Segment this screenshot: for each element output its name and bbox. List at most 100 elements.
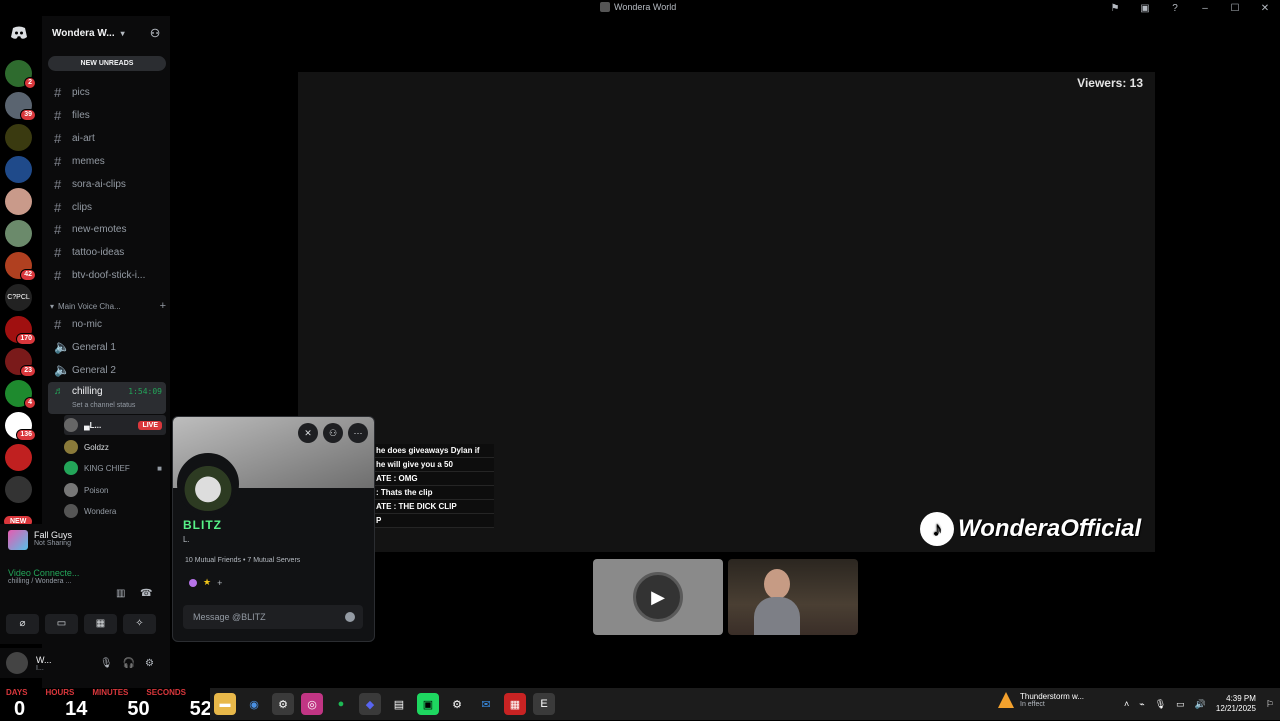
invite-icon[interactable]: ⚇	[150, 27, 160, 40]
settings-icon[interactable]: ⚙	[446, 693, 468, 715]
avatar	[64, 461, 78, 475]
server-icon[interactable]: C?PCL	[5, 284, 32, 311]
network-icon[interactable]: ⌁	[1139, 699, 1144, 710]
activity-status[interactable]: Fall Guys Not Sharing	[8, 530, 72, 550]
hash-icon: #	[54, 176, 62, 192]
spotify-icon[interactable]: ●	[330, 693, 352, 715]
server-icon[interactable]: 39	[5, 92, 36, 121]
microphone-icon[interactable]: 🎙	[1155, 699, 1166, 710]
chevron-up-icon[interactable]: ˄	[1124, 699, 1129, 709]
minimize-button[interactable]: –	[1190, 3, 1220, 14]
server-header[interactable]: Wondera W... ▾ ⚇	[42, 16, 170, 50]
clock[interactable]: 4:39 PM 12/21/2025	[1216, 694, 1256, 714]
server-icon[interactable]	[5, 188, 32, 215]
stream-stage[interactable]: Viewers: 13 he does giveaways Dylan if h…	[298, 72, 1155, 552]
new-unreads-pill[interactable]: NEW UNREADS	[48, 56, 166, 71]
weather-widget[interactable]: Thunderstorm w... In effect	[998, 692, 1084, 708]
soundboard-button[interactable]: ✧	[123, 614, 156, 634]
server-icon[interactable]: 4	[5, 380, 36, 409]
channel-new-emotes[interactable]: # new-emotes	[48, 219, 166, 239]
participant-tile[interactable]: ▶	[593, 559, 723, 635]
add-friend-icon[interactable]: ⚇	[323, 423, 343, 443]
voice-user[interactable]: KING CHIEF ■	[64, 458, 166, 478]
hash-icon: #	[54, 130, 62, 146]
server-icon[interactable]: 170	[5, 316, 36, 345]
discord-icon[interactable]: ◆	[359, 693, 381, 715]
participant-tile[interactable]	[728, 559, 858, 635]
display-icon[interactable]: ▭	[1176, 699, 1185, 710]
speaker-icon: 🔈	[54, 362, 71, 377]
voice-timer: 1:54:09	[128, 387, 162, 396]
channel-ai-art[interactable]: # ai-art	[48, 128, 166, 148]
help-icon[interactable]: ?	[1160, 3, 1190, 14]
channel-clips[interactable]: # clips	[48, 197, 166, 217]
server-icon[interactable]	[5, 156, 32, 183]
discord-home-icon[interactable]	[5, 22, 32, 44]
server-icon[interactable]: 23	[5, 348, 36, 377]
voice-channel-general-2[interactable]: 🔈 General 2	[48, 360, 166, 380]
game-icon[interactable]: ▦	[504, 693, 526, 715]
instagram-icon[interactable]: ◎	[301, 693, 323, 715]
voice-connection[interactable]: Video Connecte... chilling / Wondera ...	[8, 568, 79, 585]
voice-user[interactable]: ▄L... LIVE	[64, 415, 166, 435]
maximize-button[interactable]: ☐	[1220, 3, 1250, 14]
server-icon[interactable]	[5, 476, 32, 503]
viewer-count: Viewers: 13	[1077, 76, 1143, 90]
emoji-icon[interactable]	[345, 612, 355, 622]
camera-off-button[interactable]: ⌀	[6, 614, 39, 634]
notification-icon[interactable]: ⚐	[1266, 699, 1274, 710]
screen-share-button[interactable]: ▭	[45, 614, 78, 634]
voice-user[interactable]: Wondera	[64, 501, 166, 521]
add-role-icon[interactable]: +	[217, 578, 222, 588]
close-button[interactable]: ✕	[1250, 3, 1280, 14]
profile-tag: L.	[183, 535, 190, 544]
server-icon[interactable]	[5, 124, 32, 151]
server-icon[interactable]: 42	[5, 252, 36, 281]
gear-icon[interactable]: ⚙	[145, 658, 154, 669]
channel-btv-doof[interactable]: # btv-doof-stick-i...	[48, 265, 166, 285]
microphone-icon[interactable]: 🎙	[100, 658, 113, 669]
noise-suppression-icon[interactable]: ▥	[116, 588, 125, 599]
channel-no-mic[interactable]: # no-mic	[48, 314, 166, 334]
headphones-icon[interactable]: 🎧	[123, 658, 135, 669]
title-bar: Wondera World ⚑ ▣ ? – ☐ ✕	[0, 0, 1280, 16]
activities-button[interactable]: ▦	[84, 614, 117, 634]
steam-icon[interactable]: ⚙	[272, 693, 294, 715]
voice-user[interactable]: Poison	[64, 480, 166, 500]
voice-user[interactable]: Goldzz	[64, 437, 166, 457]
outlook-icon[interactable]: ✉	[475, 693, 497, 715]
category-main-voice[interactable]: ▾ Main Voice Cha... +	[50, 300, 166, 312]
channel-files[interactable]: # files	[48, 105, 166, 125]
server-icon[interactable]	[5, 444, 32, 471]
chrome-icon[interactable]: ◉	[243, 693, 265, 715]
hash-icon: #	[54, 267, 62, 283]
channel-status[interactable]: Set a channel status	[72, 402, 135, 409]
star-icon: ★	[203, 577, 212, 587]
channel-sora-ai-clips[interactable]: # sora-ai-clips	[48, 174, 166, 194]
mutual-info[interactable]: 10 Mutual Friends • 7 Mutual Servers	[185, 557, 300, 564]
disconnect-icon[interactable]: ☎	[140, 588, 152, 599]
channel-memes[interactable]: # memes	[48, 151, 166, 171]
roles: ★ +	[189, 577, 222, 588]
screen-icon[interactable]: ▣	[1130, 3, 1160, 14]
live-badge: LIVE	[138, 420, 162, 430]
block-icon[interactable]: ✕	[298, 423, 318, 443]
avatar[interactable]	[6, 652, 28, 674]
voice-channel-general-1[interactable]: 🔈 General 1	[48, 337, 166, 357]
server-icon[interactable]	[5, 220, 32, 247]
file-explorer-icon[interactable]: ▬	[214, 693, 236, 715]
add-channel-icon[interactable]: +	[160, 300, 166, 312]
channel-tattoo-ideas[interactable]: # tattoo-ideas	[48, 242, 166, 262]
volume-icon[interactable]: 🔊	[1195, 699, 1206, 710]
message-input[interactable]: Message @BLITZ	[183, 605, 363, 629]
server-icon[interactable]: 136	[5, 412, 36, 441]
inbox-icon[interactable]: ⚑	[1100, 3, 1130, 14]
profile-avatar[interactable]	[177, 453, 239, 515]
channel-pics[interactable]: # pics	[48, 82, 166, 102]
more-icon[interactable]: ⋯	[348, 423, 368, 443]
app-icon[interactable]: ▣	[417, 693, 439, 715]
epic-games-icon[interactable]: E	[533, 693, 555, 715]
voice-channel-chilling[interactable]: ♬ chilling 1:54:09 Set a channel status	[48, 382, 166, 414]
terminal-icon[interactable]: ▤	[388, 693, 410, 715]
server-icon[interactable]: 2	[5, 60, 36, 89]
